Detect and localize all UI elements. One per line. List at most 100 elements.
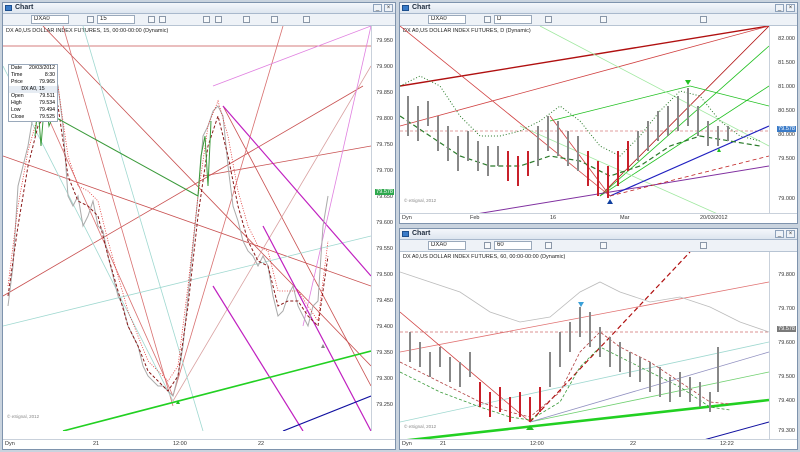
fib-tool-icon[interactable] bbox=[243, 16, 250, 23]
settings-icon[interactable] bbox=[303, 16, 310, 23]
chart-drawing bbox=[400, 252, 769, 441]
clock-icon[interactable] bbox=[87, 16, 94, 23]
price-plot[interactable]: DX A0,US DOLLAR INDEX FUTURES, D (Dynami… bbox=[400, 26, 769, 215]
close-button[interactable]: × bbox=[384, 4, 393, 12]
y-tick: 79.400 bbox=[778, 398, 795, 404]
minimize-button[interactable]: _ bbox=[775, 4, 784, 12]
chart-window-hourly[interactable]: Chart _ × DXA0 60 DX A0,US DOLLAR INDEX … bbox=[399, 228, 798, 450]
price-plot[interactable]: DX A0,US DOLLAR INDEX FUTURES, 60, 00:00… bbox=[400, 252, 769, 441]
settings-icon[interactable] bbox=[700, 16, 707, 23]
x-tick: 12:22 bbox=[720, 441, 734, 447]
minimize-button[interactable]: _ bbox=[373, 4, 382, 12]
price-axis[interactable]: 82.000 81.500 81.000 80.500 80.000 79.50… bbox=[769, 26, 797, 215]
symbol-input[interactable]: DXA0 bbox=[31, 15, 69, 24]
chart-app-icon bbox=[402, 5, 409, 11]
x-tick: 22 bbox=[258, 441, 265, 447]
price-plot[interactable]: DX A0,US DOLLAR INDEX FUTURES, 15, 00:00… bbox=[3, 26, 371, 431]
y-tick: 79.500 bbox=[376, 272, 393, 278]
time-axis[interactable]: Dyn Feb 16 Mar 20/03/2012 bbox=[400, 213, 797, 223]
last-price-badge: 79.578 bbox=[777, 126, 796, 132]
info-row: Time 8:30 bbox=[11, 72, 55, 78]
close-button[interactable]: × bbox=[786, 4, 795, 12]
y-tick: 80.000 bbox=[778, 132, 795, 138]
y-tick: 79.750 bbox=[376, 142, 393, 148]
price-axis[interactable]: 79.800 79.700 79.600 79.500 79.400 79.30… bbox=[769, 252, 797, 441]
high-marker-icon bbox=[578, 302, 584, 307]
y-tick: 81.500 bbox=[778, 60, 795, 66]
y-tick: 79.500 bbox=[778, 374, 795, 380]
x-tick: 12:00 bbox=[173, 441, 187, 447]
window-titlebar[interactable]: Chart _ × bbox=[400, 229, 797, 240]
draw-tool-icon[interactable] bbox=[148, 16, 155, 23]
x-tick: 22 bbox=[630, 441, 637, 447]
y-tick: 79.700 bbox=[778, 306, 795, 312]
chart-window-daily[interactable]: Chart _ × DXA0 D DX A0,US DOLLAR INDEX F… bbox=[399, 2, 798, 224]
interval-select[interactable]: D bbox=[494, 15, 532, 24]
y-tick: 79.850 bbox=[376, 90, 393, 96]
dyn-label: Dyn bbox=[402, 215, 412, 221]
y-tick: 82.000 bbox=[778, 36, 795, 42]
cursor-icon[interactable] bbox=[215, 16, 222, 23]
time-axis[interactable]: Dyn 21 12:00 22 bbox=[3, 439, 395, 449]
chart-drawing bbox=[3, 26, 371, 431]
y-tick: 79.500 bbox=[778, 156, 795, 162]
y-tick: 79.700 bbox=[376, 168, 393, 174]
info-row: Low 79.494 bbox=[11, 107, 55, 113]
chart-toolbar: DXA0 15 bbox=[3, 14, 395, 26]
minimize-button[interactable]: _ bbox=[775, 230, 784, 238]
x-tick: 21 bbox=[93, 441, 100, 447]
y-tick: 79.600 bbox=[376, 220, 393, 226]
low-marker-icon-2 bbox=[321, 344, 325, 348]
window-titlebar[interactable]: Chart _ × bbox=[3, 3, 395, 14]
y-tick: 79.800 bbox=[376, 116, 393, 122]
window-title: Chart bbox=[412, 230, 431, 237]
y-tick: 79.550 bbox=[376, 246, 393, 252]
clock-icon[interactable] bbox=[484, 242, 491, 249]
chart-window-left[interactable]: Chart _ × DXA0 15 DX A0,US DOLLAR INDEX … bbox=[2, 2, 396, 450]
y-tick: 79.950 bbox=[376, 38, 393, 44]
chart-toolbar: DXA0 D bbox=[400, 14, 797, 26]
zoom-icon[interactable] bbox=[203, 16, 210, 23]
y-tick: 79.800 bbox=[778, 272, 795, 278]
high-marker-icon bbox=[685, 80, 691, 85]
chart-drawing bbox=[400, 26, 769, 215]
zoom-icon[interactable] bbox=[600, 16, 607, 23]
window-title: Chart bbox=[15, 4, 34, 11]
info-row: Date 20/03/2012 bbox=[11, 65, 55, 71]
interval-select[interactable]: 15 bbox=[97, 15, 135, 24]
x-tick: 16 bbox=[550, 215, 557, 221]
info-row: High 79.534 bbox=[11, 100, 55, 106]
x-tick: Feb bbox=[470, 215, 480, 221]
y-tick: 81.000 bbox=[778, 84, 795, 90]
price-axis[interactable]: 79.950 79.900 79.850 79.800 79.750 79.70… bbox=[371, 26, 395, 431]
low-marker-icon bbox=[607, 199, 613, 204]
copyright: © eSignal, 2012 bbox=[404, 198, 437, 203]
time-axis[interactable]: Dyn 21 12:00 22 12:22 bbox=[400, 439, 797, 449]
dyn-label: Dyn bbox=[402, 441, 412, 447]
symbol-input[interactable]: DXA0 bbox=[428, 241, 466, 250]
chart-app-icon bbox=[402, 231, 409, 237]
x-date: 20/03/2012 bbox=[700, 215, 728, 221]
text-tool-icon[interactable] bbox=[271, 16, 278, 23]
draw-tool-icon[interactable] bbox=[545, 242, 552, 249]
line-tool-icon[interactable] bbox=[159, 16, 166, 23]
close-button[interactable]: × bbox=[786, 230, 795, 238]
interval-select[interactable]: 60 bbox=[494, 241, 532, 250]
draw-tool-icon[interactable] bbox=[545, 16, 552, 23]
x-tick: Mar bbox=[620, 215, 630, 221]
clock-icon[interactable] bbox=[484, 16, 491, 23]
info-row: Close 79.525 bbox=[11, 114, 55, 120]
y-tick: 79.900 bbox=[376, 64, 393, 70]
y-tick: 80.500 bbox=[778, 108, 795, 114]
data-window: Date 20/03/2012 Time 8:30 Price 79.965 DX A… bbox=[8, 64, 58, 122]
symbol-input[interactable]: DXA0 bbox=[428, 15, 466, 24]
chart-toolbar: DXA0 60 bbox=[400, 240, 797, 252]
y-tick: 79.350 bbox=[376, 350, 393, 356]
y-tick: 79.450 bbox=[376, 298, 393, 304]
zoom-icon[interactable] bbox=[600, 242, 607, 249]
window-titlebar[interactable]: Chart _ × bbox=[400, 3, 797, 14]
y-tick: 79.600 bbox=[778, 340, 795, 346]
settings-icon[interactable] bbox=[700, 242, 707, 249]
last-price-badge: 79.578 bbox=[375, 189, 394, 195]
dyn-label: Dyn bbox=[5, 441, 15, 447]
